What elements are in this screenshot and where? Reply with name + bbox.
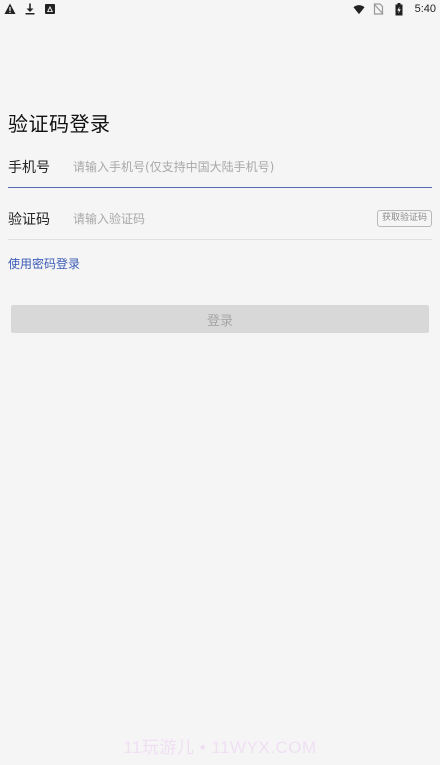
login-button[interactable]: 登录 [11, 305, 429, 333]
phone-input[interactable] [73, 151, 432, 182]
verification-code-input[interactable] [73, 203, 377, 234]
status-bar-left [4, 3, 56, 15]
password-login-link[interactable]: 使用密码登录 [8, 255, 80, 272]
status-bar: 5:40 [0, 0, 440, 18]
page-title: 验证码登录 [8, 112, 111, 136]
status-time: 5:40 [414, 3, 436, 15]
battery-icon [393, 2, 405, 15]
verification-code-row: 验证码 获取验证码 [8, 198, 432, 240]
warning-icon [4, 3, 16, 15]
phone-row: 手机号 [8, 146, 432, 188]
get-verification-code-button[interactable]: 获取验证码 [376, 210, 432, 227]
app-notification-icon [44, 3, 56, 15]
verification-code-label: 验证码 [8, 211, 50, 228]
wifi-icon [353, 3, 365, 15]
status-bar-right: 5:40 [353, 2, 436, 15]
watermark: 11玩游儿 • 11WYX.COM [123, 738, 317, 757]
phone-label: 手机号 [8, 159, 50, 176]
download-icon [24, 3, 36, 15]
no-sim-icon [373, 3, 385, 15]
